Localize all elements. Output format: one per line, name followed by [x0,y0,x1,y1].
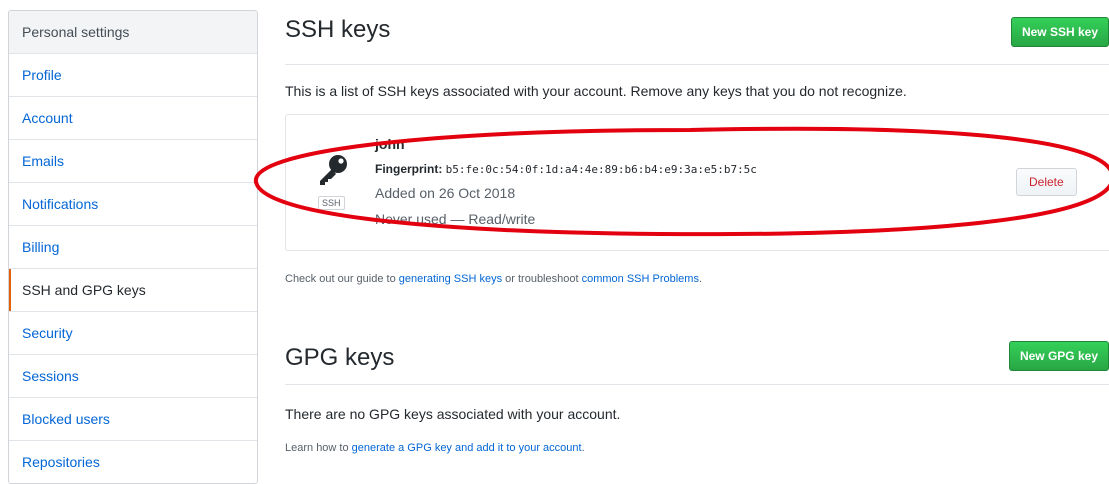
ssh-section-header: SSH keys New SSH key [285,0,1109,65]
ssh-badge: SSH [318,196,345,210]
gpg-learn-suffix: . [581,442,585,454]
new-gpg-key-button[interactable]: New GPG key [1008,341,1109,371]
gpg-section-header: GPG keys New GPG key [285,320,1109,385]
ssh-guide-prefix: Check out our guide to [285,273,399,285]
sidebar-item-billing[interactable]: Billing [9,226,257,269]
ssh-key-entry: SSH john Fingerprint: b5:fe:0c:54:0f:1d:… [285,114,1109,251]
key-title: john [375,136,405,152]
sidebar-header: Personal settings [9,11,257,54]
common-ssh-problems-link[interactable]: common SSH Problems [582,273,699,285]
sidebar-item-repositories[interactable]: Repositories [9,441,257,483]
settings-sidebar: Personal settings Profile Account Emails… [8,10,258,484]
key-usage: Never used — Read/write [375,211,536,227]
delete-key-button[interactable]: Delete [1016,168,1077,196]
generate-gpg-key-link[interactable]: generate a GPG key and add it to your ac… [352,442,582,454]
new-ssh-key-button[interactable]: New SSH key [1010,17,1109,47]
fingerprint-value: b5:fe:0c:54:0f:1d:a4:4e:89:b6:b4:e9:3a:e… [445,163,757,176]
key-added-date: Added on 26 Oct 2018 [375,185,516,201]
gpg-empty-message: There are no GPG keys associated with yo… [285,406,621,422]
sidebar-item-ssh-gpg-keys[interactable]: SSH and GPG keys [9,269,257,312]
ssh-description: This is a list of SSH keys associated wi… [285,83,907,99]
sidebar-item-profile[interactable]: Profile [9,54,257,97]
fingerprint-row: Fingerprint: b5:fe:0c:54:0f:1d:a4:4e:89:… [375,162,757,176]
fingerprint-label: Fingerprint: [375,162,443,176]
sidebar-item-security[interactable]: Security [9,312,257,355]
ssh-keys-title: SSH keys [285,16,391,43]
sidebar-item-emails[interactable]: Emails [9,140,257,183]
sidebar-item-notifications[interactable]: Notifications [9,183,257,226]
ssh-guide-middle: or troubleshoot [502,273,582,285]
gpg-learn-text: Learn how to generate a GPG key and add … [285,442,585,454]
gpg-keys-title: GPG keys [285,344,395,371]
ssh-guide-text: Check out our guide to generating SSH ke… [285,273,702,285]
gpg-learn-prefix: Learn how to [285,442,352,454]
sidebar-item-sessions[interactable]: Sessions [9,355,257,398]
key-icon [316,153,350,192]
ssh-guide-suffix: . [698,273,703,285]
sidebar-item-blocked-users[interactable]: Blocked users [9,398,257,441]
sidebar-item-account[interactable]: Account [9,97,257,140]
generating-ssh-keys-link[interactable]: generating SSH keys [399,273,502,285]
main-content: SSH keys New SSH key This is a list of S… [285,0,1109,479]
